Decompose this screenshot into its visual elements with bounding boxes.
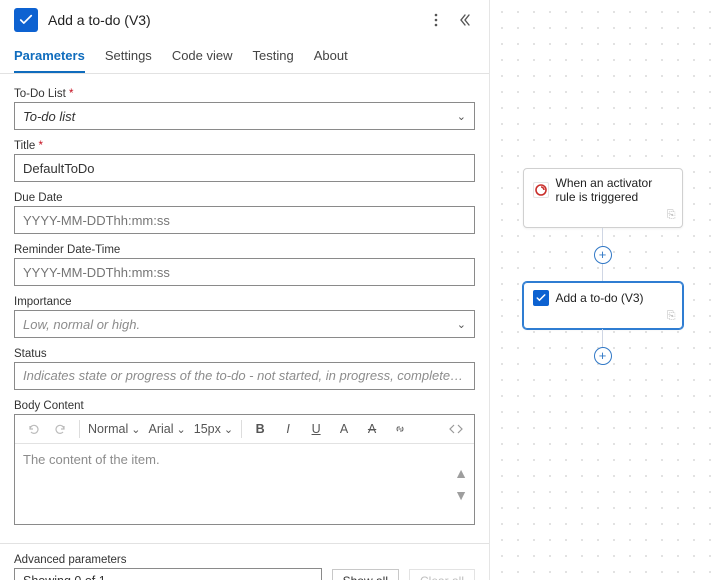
activator-icon (533, 182, 549, 198)
chevron-down-icon: ⌄ (131, 423, 140, 436)
code-view-button[interactable] (446, 419, 466, 439)
connector-line (602, 329, 603, 347)
clear-format-button[interactable]: A (362, 419, 382, 439)
field-importance: Importance Low, normal or high. ⌄ (14, 296, 475, 338)
todo-list-select[interactable]: To-do list ⌄ (14, 102, 475, 130)
chevron-down-icon: ⌄ (177, 423, 186, 436)
chevron-down-icon: ⌄ (457, 318, 466, 331)
bold-button[interactable]: B (250, 419, 270, 439)
tab-settings[interactable]: Settings (105, 42, 152, 73)
label-text: Reminder Date-Time (14, 244, 475, 256)
rich-text-editor: Normal⌄ Arial⌄ 15px⌄ B I U A A The conte… (14, 414, 475, 525)
required-asterisk: * (69, 88, 73, 100)
underline-button[interactable]: U (306, 419, 326, 439)
label-text: Importance (14, 296, 475, 308)
select-value: To-do list (23, 109, 75, 124)
label-text: Body Content (14, 400, 475, 412)
action-card[interactable]: Add a to-do (V3) ⎘ (523, 282, 683, 329)
field-reminder: Reminder Date-Time (14, 244, 475, 286)
trigger-card[interactable]: When an activator rule is triggered ⎘ (523, 168, 683, 228)
scroll-down-icon[interactable]: ▼ (454, 487, 468, 503)
link-icon: ⎘ (667, 209, 676, 222)
divider (0, 543, 489, 544)
card-title: When an activator rule is triggered (556, 176, 673, 205)
more-options-icon[interactable] (425, 9, 447, 31)
panel-header: Add a to-do (V3) (0, 0, 489, 42)
properties-panel: Add a to-do (V3) Parameters Settings Cod… (0, 0, 490, 580)
tab-parameters[interactable]: Parameters (14, 42, 85, 73)
italic-button[interactable]: I (278, 419, 298, 439)
tab-strip: Parameters Settings Code view Testing Ab… (0, 42, 489, 74)
label-text: To-Do List (14, 88, 66, 100)
link-button[interactable] (390, 419, 410, 439)
show-all-button[interactable]: Show all (332, 569, 399, 580)
parameters-form: To-Do List * To-do list ⌄ Title * Due Da… (0, 74, 489, 580)
label-text: Title (14, 140, 35, 152)
due-date-input[interactable] (14, 206, 475, 234)
field-title: Title * (14, 140, 475, 182)
label-text: Due Date (14, 192, 475, 204)
field-body-content: Body Content Normal⌄ Arial⌄ 15px⌄ B I U … (14, 400, 475, 525)
reminder-input[interactable] (14, 258, 475, 286)
collapse-panel-button[interactable] (453, 9, 475, 31)
connector-line (602, 264, 603, 282)
status-input[interactable]: Indicates state or progress of the to-do… (14, 362, 475, 390)
add-step-button[interactable]: + (594, 246, 612, 264)
style-select[interactable]: Normal⌄ (88, 422, 141, 436)
tab-about[interactable]: About (314, 42, 348, 73)
separator (241, 420, 242, 438)
add-step-button[interactable]: + (594, 347, 612, 365)
advanced-parameters-label: Advanced parameters (14, 554, 475, 566)
separator (79, 420, 80, 438)
title-input[interactable] (14, 154, 475, 182)
clear-all-button: Clear all (409, 569, 475, 580)
size-select[interactable]: 15px⌄ (194, 422, 233, 436)
redo-button[interactable] (51, 419, 71, 439)
advanced-select[interactable]: Showing 0 of 1 ⌄ (14, 568, 322, 580)
field-due-date: Due Date (14, 192, 475, 234)
todo-icon (533, 290, 549, 306)
undo-button[interactable] (23, 419, 43, 439)
link-icon: ⎘ (667, 310, 676, 323)
rte-toolbar: Normal⌄ Arial⌄ 15px⌄ B I U A A (15, 415, 474, 444)
rte-body[interactable]: The content of the item. ▲ ▼ (15, 444, 474, 524)
rte-placeholder: The content of the item. (23, 452, 160, 467)
advanced-showing: Showing 0 of 1 (23, 574, 106, 580)
scroll-up-icon[interactable]: ▲ (454, 465, 468, 481)
advanced-parameters-row: Showing 0 of 1 ⌄ Show all Clear all (14, 568, 475, 580)
select-placeholder: Low, normal or high. (23, 317, 140, 332)
chevron-down-icon: ⌄ (224, 423, 233, 436)
required-asterisk: * (39, 140, 43, 152)
card-title: Add a to-do (V3) (556, 291, 644, 305)
tab-testing[interactable]: Testing (253, 42, 294, 73)
font-color-button[interactable]: A (334, 419, 354, 439)
connector-line (602, 228, 603, 246)
chevron-down-icon: ⌄ (457, 110, 466, 123)
tab-code-view[interactable]: Code view (172, 42, 233, 73)
flow-canvas[interactable]: When an activator rule is triggered ⎘ + … (490, 0, 715, 580)
importance-select[interactable]: Low, normal or high. ⌄ (14, 310, 475, 338)
label-text: Status (14, 348, 475, 360)
chevron-down-icon: ⌄ (303, 575, 312, 580)
field-status: Status Indicates state or progress of th… (14, 348, 475, 390)
field-todo-list: To-Do List * To-do list ⌄ (14, 88, 475, 130)
flow-graph: When an activator rule is triggered ⎘ + … (490, 168, 715, 365)
font-select[interactable]: Arial⌄ (149, 422, 186, 436)
todo-icon (14, 8, 38, 32)
panel-title: Add a to-do (V3) (48, 12, 419, 28)
